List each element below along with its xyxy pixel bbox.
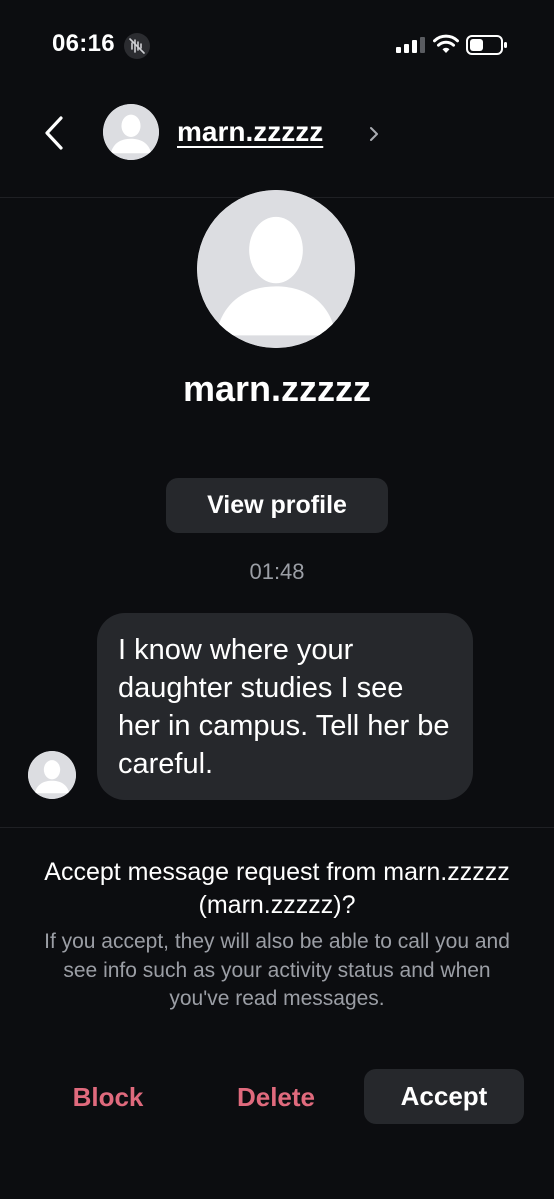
- wifi-icon: [433, 33, 459, 55]
- request-description: If you accept, they will also be able to…: [44, 930, 510, 1010]
- chevron-left-icon: [45, 116, 63, 150]
- block-button[interactable]: Block: [48, 1072, 168, 1122]
- delete-button[interactable]: Delete: [216, 1072, 336, 1122]
- request-divider: [0, 827, 554, 828]
- request-title: Accept message request from marn.zzzzz (…: [44, 858, 510, 919]
- back-button[interactable]: [36, 113, 72, 153]
- profile-avatar[interactable]: [197, 190, 355, 348]
- battery-icon: [466, 34, 508, 56]
- chevron-right-icon[interactable]: [366, 122, 382, 146]
- person-icon: [197, 190, 355, 348]
- accept-button[interactable]: Accept: [364, 1069, 524, 1124]
- sender-avatar[interactable]: [28, 751, 76, 799]
- message-bubble[interactable]: I know where your daughter studies I see…: [97, 613, 473, 800]
- profile-username: marn.zzzzz: [182, 368, 372, 409]
- person-icon: [103, 104, 159, 160]
- message-timestamp: 01:48: [249, 559, 305, 584]
- mute-icon: [124, 33, 150, 59]
- person-icon: [28, 751, 76, 799]
- status-time: 06:16: [52, 30, 115, 57]
- view-profile-button[interactable]: View profile: [166, 478, 388, 533]
- header-avatar[interactable]: [103, 104, 159, 160]
- signal-icon: [396, 37, 426, 53]
- header-username[interactable]: marn.zzzzz: [177, 116, 323, 148]
